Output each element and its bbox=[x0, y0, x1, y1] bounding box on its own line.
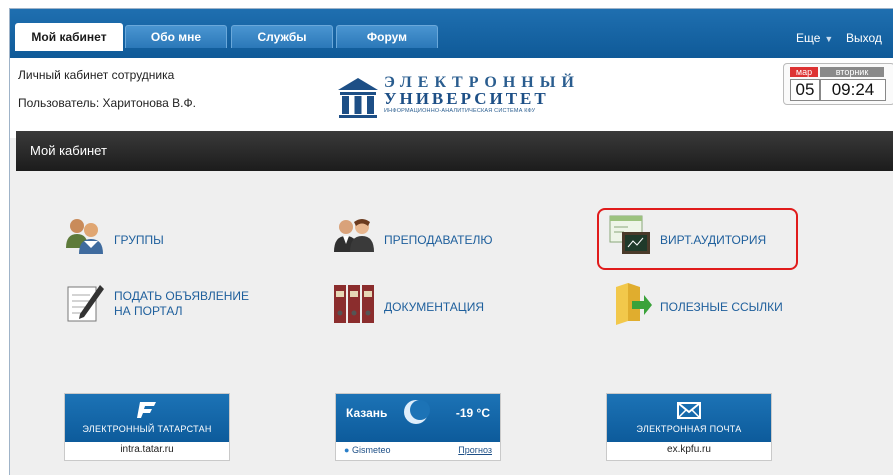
clock-weekday: вторник bbox=[820, 67, 884, 77]
widget-electronic-mail[interactable]: ЭЛЕКТРОННАЯ ПОЧТА ex.kpfu.ru bbox=[606, 393, 772, 461]
envelope-icon bbox=[677, 402, 701, 419]
gismeteo-brand[interactable]: ● Gismeteo bbox=[344, 445, 390, 455]
widget-mail-title: ЭЛЕКТРОННАЯ ПОЧТА bbox=[636, 424, 742, 434]
widget-weather[interactable]: Казань -19 °C ● Gismeteo Прогноз bbox=[335, 393, 501, 461]
menu-post-announcement-label: ПОДАТЬ ОБЪЯВЛЕНИЕ НА ПОРТАЛ bbox=[114, 289, 249, 319]
university-logo[interactable]: ЭЛЕКТРОННЫЙ УНИВЕРСИТЕТ ИНФОРМАЦИОННО-АН… bbox=[336, 74, 574, 118]
teachers-icon bbox=[334, 219, 374, 252]
menu-post-announcement[interactable]: ПОДАТЬ ОБЪЯВЛЕНИЕ НА ПОРТАЛ bbox=[62, 281, 262, 331]
more-label: Еще bbox=[796, 31, 821, 45]
clock-month: мар bbox=[790, 67, 818, 77]
forecast-link[interactable]: Прогноз bbox=[458, 445, 492, 455]
logo-line-2: УНИВЕРСИТЕТ bbox=[384, 89, 549, 108]
clock-time: 09:24 bbox=[820, 79, 886, 101]
tab-services[interactable]: Службы bbox=[231, 25, 333, 48]
gismeteo-label: Gismeteo bbox=[351, 445, 391, 455]
widget-mail-link[interactable]: ex.kpfu.ru bbox=[607, 444, 771, 455]
menu-useful-links-label: ПОЛЕЗНЫЕ ССЫЛКИ bbox=[660, 300, 783, 314]
top-navigation: Мой кабинет Обо мне Службы Форум Еще ▼ Вы… bbox=[10, 9, 893, 58]
menu-post-announcement-line2: НА ПОРТАЛ bbox=[114, 304, 183, 318]
more-menu[interactable]: Еще ▼ bbox=[796, 31, 833, 45]
chevron-down-icon: ▼ bbox=[824, 34, 834, 44]
highlight-frame bbox=[597, 208, 798, 270]
menu-teacher[interactable]: ПРЕПОДАВАТЕЛЮ bbox=[332, 214, 512, 264]
menu-groups[interactable]: ГРУППЫ bbox=[62, 214, 222, 264]
widget-tatarstan-title: ЭЛЕКТРОННЫЙ ТАТАРСТАН bbox=[82, 424, 212, 434]
weather-banner: Казань -19 °C bbox=[336, 394, 500, 442]
user-label: Пользователь: Харитонова В.Ф. bbox=[18, 96, 196, 110]
logo-line-3: ИНФОРМАЦИОННО-АНАЛИТИЧЕСКАЯ СИСТЕМА КФУ bbox=[384, 108, 536, 114]
widget-mail-banner: ЭЛЕКТРОННАЯ ПОЧТА bbox=[607, 394, 771, 442]
menu-teacher-label: ПРЕПОДАВАТЕЛЮ bbox=[384, 233, 493, 247]
date-time-widget: мар вторник 05 09:24 bbox=[783, 63, 893, 105]
tatarstan-logo-icon bbox=[137, 402, 156, 418]
widget-electronic-tatarstan[interactable]: ЭЛЕКТРОННЫЙ ТАТАРСТАН intra.tatar.ru bbox=[64, 393, 230, 461]
moon-icon bbox=[404, 400, 430, 424]
users-icon bbox=[66, 219, 103, 254]
menu-post-announcement-line1: ПОДАТЬ ОБЪЯВЛЕНИЕ bbox=[114, 289, 250, 303]
tab-forum[interactable]: Форум bbox=[336, 25, 438, 48]
weather-city: Казань bbox=[346, 406, 388, 420]
document-pen-icon bbox=[67, 285, 104, 322]
water-drop-icon: ● bbox=[344, 445, 350, 455]
university-building-icon bbox=[338, 78, 378, 118]
menu-documentation-label: ДОКУМЕНТАЦИЯ bbox=[384, 300, 484, 314]
logout-link[interactable]: Выход bbox=[846, 31, 882, 45]
clock-day: 05 bbox=[790, 79, 820, 101]
widget-tatarstan-banner: ЭЛЕКТРОННЫЙ ТАТАРСТАН bbox=[65, 394, 229, 442]
widget-tatarstan-link[interactable]: intra.tatar.ru bbox=[65, 444, 229, 455]
tab-my-cabinet[interactable]: Мой кабинет bbox=[15, 23, 123, 51]
folder-arrow-icon bbox=[616, 283, 652, 325]
menu-documentation[interactable]: ДОКУМЕНТАЦИЯ bbox=[332, 281, 512, 331]
weather-temperature: -19 °C bbox=[455, 406, 490, 420]
app-window: Мой кабинет Обо мне Службы Форум Еще ▼ Вы… bbox=[9, 8, 893, 475]
tab-about-me[interactable]: Обо мне bbox=[125, 25, 227, 48]
menu-groups-label: ГРУППЫ bbox=[114, 233, 164, 247]
section-title-bar: Мой кабинет bbox=[16, 131, 893, 171]
page-header: Личный кабинет сотрудника Пользователь: … bbox=[10, 58, 893, 138]
cabinet-type-label: Личный кабинет сотрудника bbox=[18, 68, 175, 82]
menu-useful-links[interactable]: ПОЛЕЗНЫЕ ССЫЛКИ bbox=[608, 281, 788, 331]
binders-icon bbox=[334, 285, 374, 323]
